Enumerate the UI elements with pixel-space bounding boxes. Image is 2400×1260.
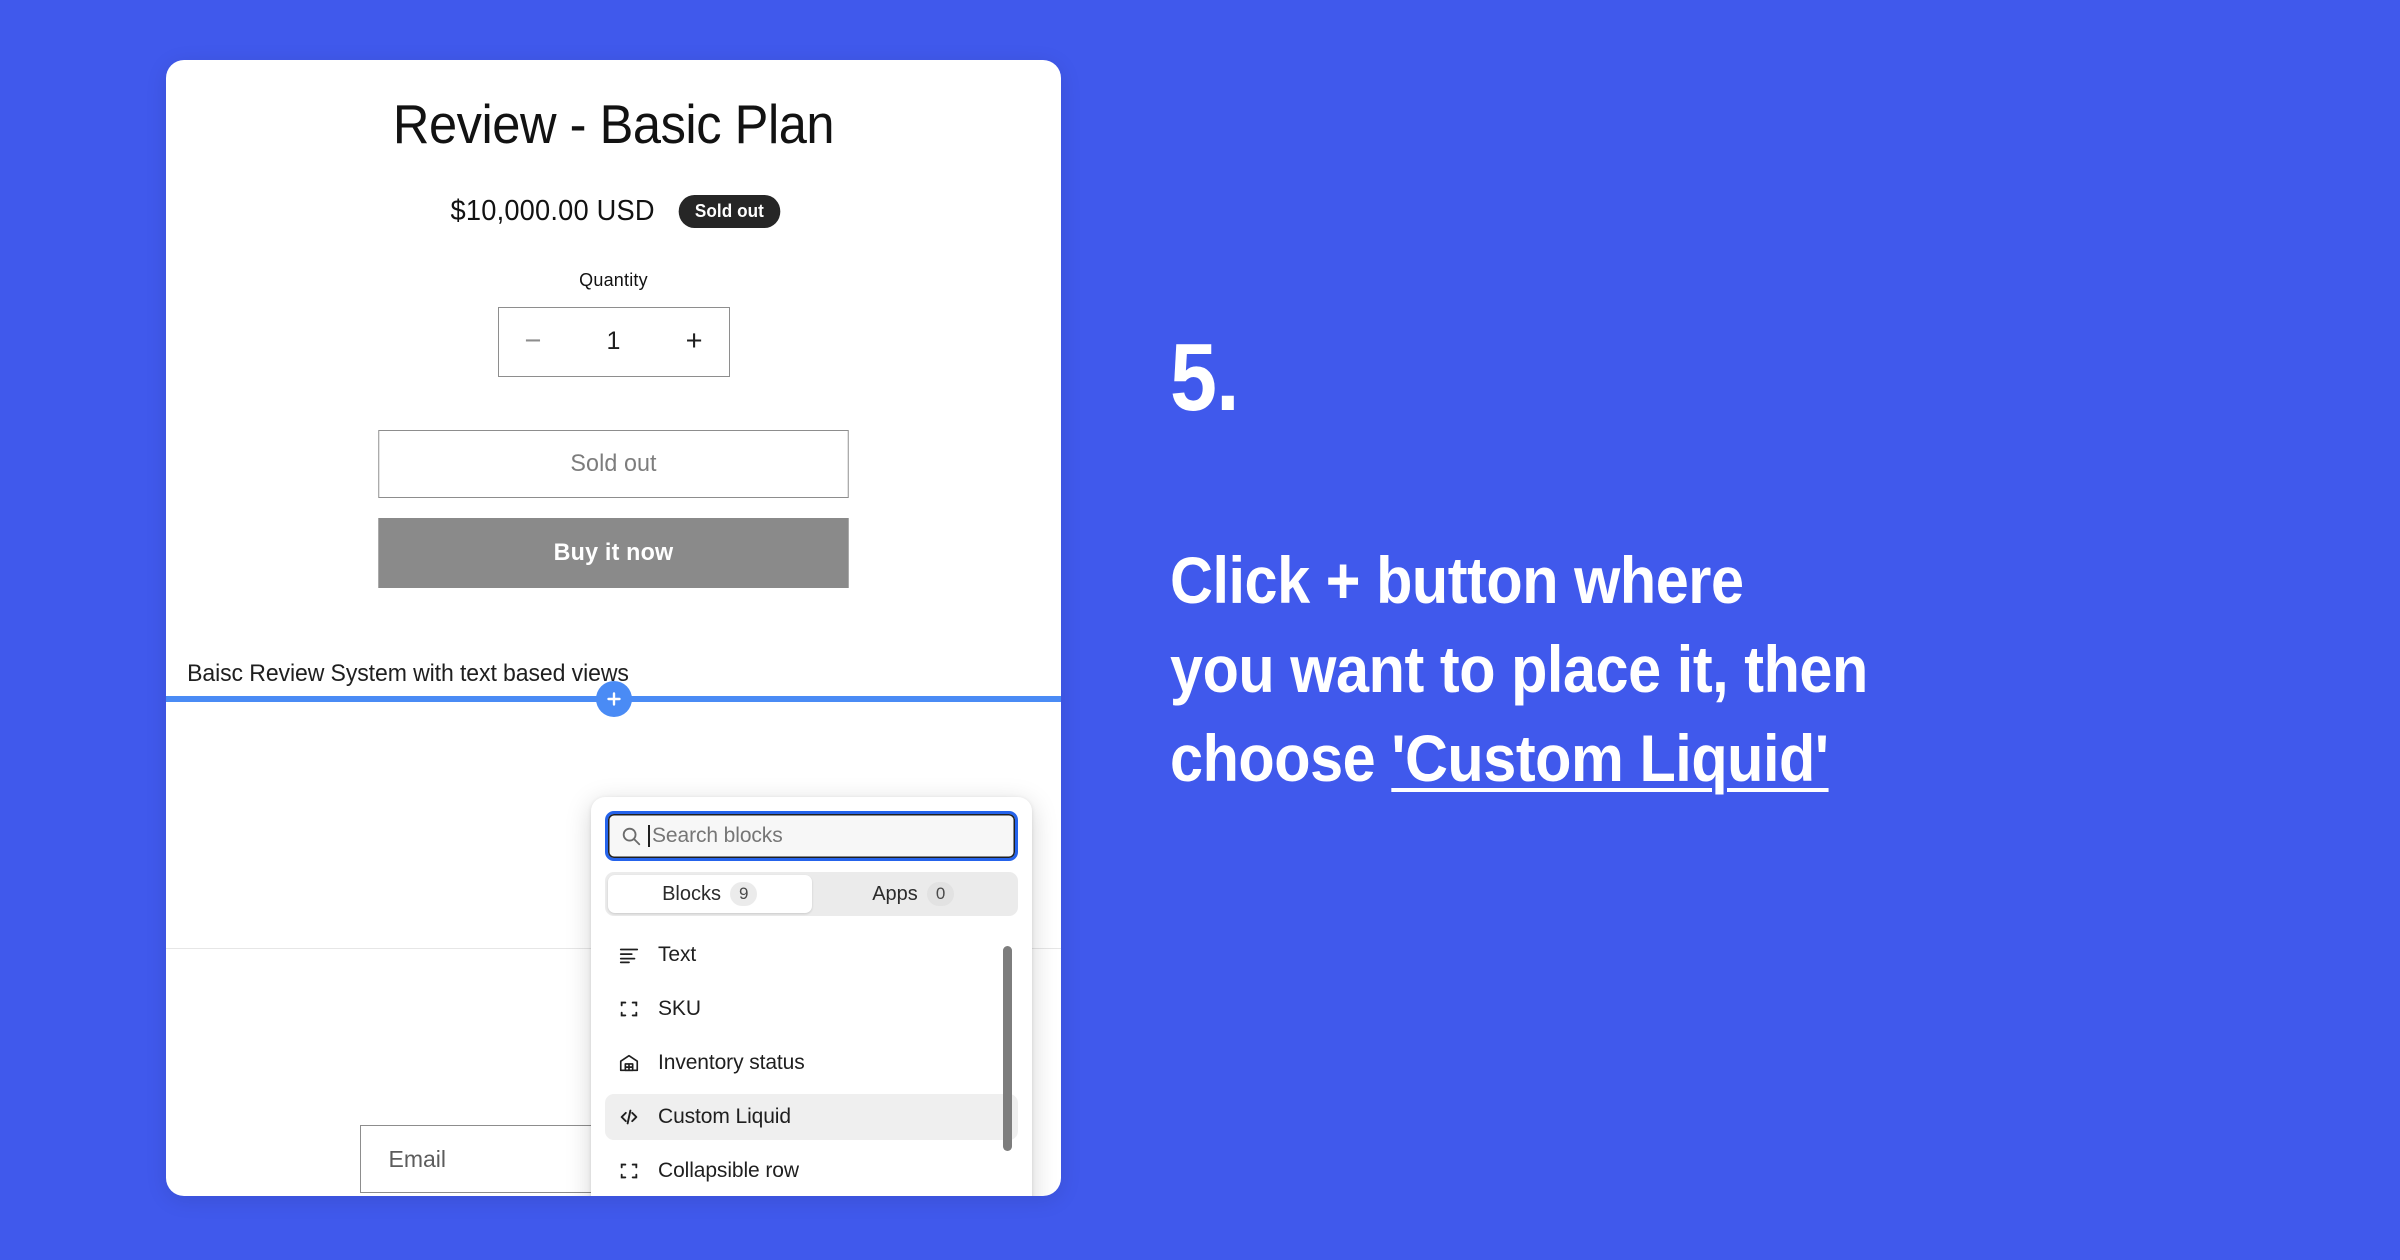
search-input-placeholder: Search blocks [652,824,783,847]
quantity-value[interactable]: 1 [607,327,621,356]
text-cursor [648,825,650,847]
list-item-custom-liquid[interactable]: Custom Liquid [605,1094,1018,1140]
crop-brackets-icon [618,1160,640,1182]
tab-blocks-label: Blocks [662,882,721,905]
product-price: $10,000.00 USD [451,194,656,227]
list-item[interactable]: Inventory status [605,1040,1018,1086]
product-section: Review - Basic Plan $10,000.00 USD Sold … [166,60,1061,717]
search-input[interactable]: Search blocks [605,811,1018,861]
list-item[interactable]: Text [605,932,1018,978]
picker-tab-group: Blocks 9 Apps 0 [605,872,1018,916]
step-number: 5. [1170,324,1240,431]
list-item-label: Collapsible row [658,1159,799,1182]
page-title: Review - Basic Plan [392,93,835,155]
quantity-stepper[interactable]: − 1 + [497,306,730,377]
quantity-label: Quantity [579,269,648,290]
block-insertion-indicator [166,680,1061,717]
text-align-icon [618,944,640,966]
plus-icon [606,691,621,706]
block-list: Text SKU Inventory status Custom Liquid … [605,932,1018,1194]
list-item[interactable]: SKU [605,986,1018,1032]
block-picker-popover: Search blocks Blocks 9 Apps 0 Text SKU I… [591,797,1032,1196]
picker-scrollbar[interactable] [1003,946,1012,1151]
instruction-line-3-prefix: choose [1170,721,1392,796]
status-badge: Sold out [678,194,780,228]
add-block-button[interactable] [595,680,632,717]
list-item-label: Inventory status [658,1051,805,1074]
instruction-body: Click + button where you want to place i… [1170,536,2178,803]
quantity-decrease-button[interactable]: − [525,327,542,356]
tab-apps[interactable]: Apps 0 [812,875,1016,913]
crop-brackets-icon [618,998,640,1020]
tab-apps-label: Apps [872,882,918,905]
list-item-label: Text [658,943,697,966]
custom-block-caption: Baisc Review System with text based view… [187,659,629,687]
list-item-label: Custom Liquid [658,1105,791,1128]
instruction-line-2: you want to place it, then [1170,632,1868,707]
quantity-increase-button[interactable]: + [686,327,703,356]
tab-blocks-count: 9 [729,881,758,907]
search-icon [622,827,641,846]
instruction-emphasis: 'Custom Liquid' [1391,721,1829,796]
theme-preview-card: Review - Basic Plan $10,000.00 USD Sold … [166,60,1061,1196]
price-row: $10,000.00 USD Sold out [166,194,1061,228]
warehouse-icon [618,1052,640,1074]
sold-out-button[interactable]: Sold out [378,429,849,498]
instruction-panel: 5. Click + button where you want to plac… [1170,330,2290,803]
instruction-line-1: Click + button where [1170,543,1744,617]
tab-blocks[interactable]: Blocks 9 [608,875,812,913]
instruction-line-3: choose 'Custom Liquid' [1170,714,2178,803]
code-brackets-icon [618,1106,640,1128]
list-item[interactable]: Collapsible row [605,1148,1018,1194]
list-item-label: SKU [658,997,701,1020]
buy-it-now-button[interactable]: Buy it now [378,517,849,588]
tab-apps-count: 0 [926,881,955,907]
